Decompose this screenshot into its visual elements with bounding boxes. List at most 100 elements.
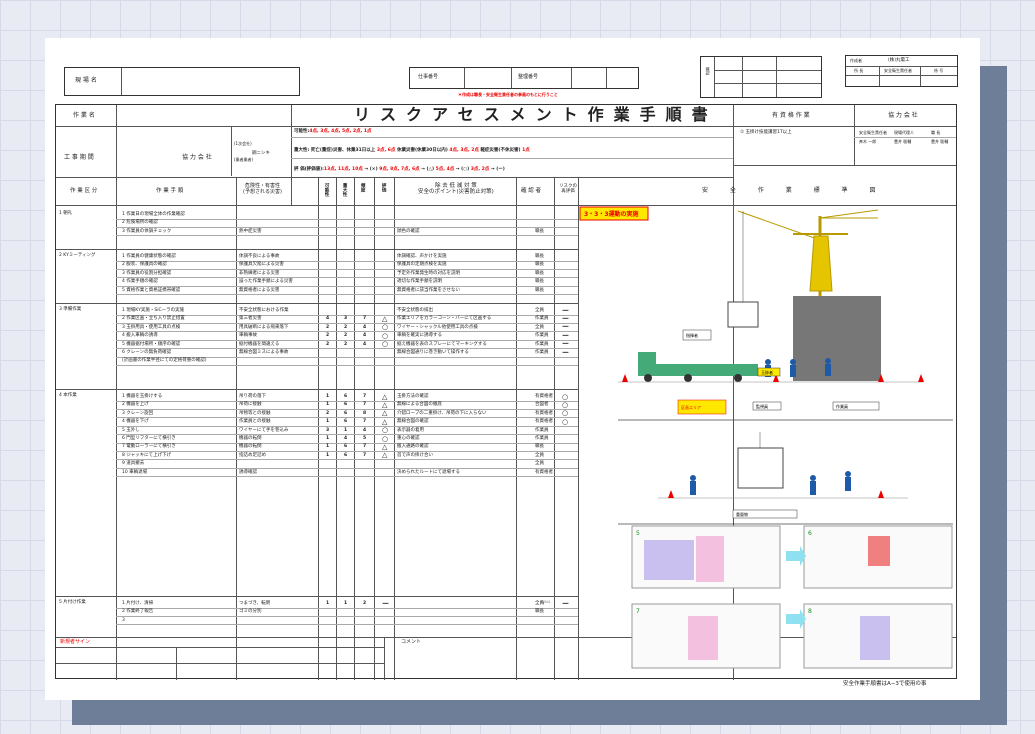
cell-e: △ [382,417,388,426]
cell-kiken: 熱中症災害 [239,228,262,234]
cell-jokyo: 車輌を確実に誘導する [397,333,442,339]
cell-jokyo: 据え機器を表のスプレーにてマーキングする [397,341,487,347]
cell-p: 1 [326,436,330,441]
cell-jokyo: 体調確認、声かけを実施 [397,254,447,259]
cell-jokyo: 保護具の定期点検を実施 [397,262,447,268]
cell-jokyo: 介錯ロープの二重掛け、吊荷の下に入らない [397,410,487,416]
section-kubun: 3 準備作業 [59,307,82,312]
cell-s: 2 [344,324,348,330]
cell-kak: 職長 [535,609,544,615]
cell-kak: 職長 [535,287,544,293]
header-kakuninsha: 確 認 者 [521,188,541,194]
cell-e: △ [382,451,388,460]
possibility-line: 可能性:4点, 3点, 4点, 5点, 2点, 1点 [294,129,372,134]
section-kubun: 2 KYミーティング [59,253,96,258]
cell-tejun: 10 車輌退場 [122,469,148,475]
cell-s: 2 [344,333,348,339]
cell-s: 1 [344,427,348,433]
cell-e: △ [382,392,388,401]
cell-tejun: 2 作業区画・立ち入り禁止措置 [122,316,185,322]
risk-reeval-mark: ○ [562,417,569,426]
safety-diagram: 3・3・3運動の実施 指揮者 玉掛者 区画エリア 監視員 作業員 重量物 5 6… [579,206,953,669]
risk-reeval-mark: ○ [562,392,569,401]
header-tejun: 作 業 手 順 [156,188,184,194]
cell-p: 1 [326,452,330,458]
header-hyoka: 評価 [381,183,387,192]
cell-p: 2 [326,333,330,339]
cell-tejun: (計画書の作業半径にての定格荷重の確認) [122,358,207,364]
cell-kiken: 機器の転倒 [239,436,262,441]
cell-p: 1 [326,601,330,606]
cell-tejun: 3 作業員の役割分担確認 [122,270,172,276]
kakunin-box: 確認 [700,56,822,98]
header-kanou: 可能性 [324,183,330,197]
page-title: リスクアセスメント作業手順書 [354,105,718,124]
risk-reeval-mark: ー [562,599,569,608]
cell-kak: 有資格者 [535,410,553,416]
diagram-badge: 3・3・3運動の実施 [584,210,639,218]
shikaku-item: ① 玉掛け技能講習1T以上 [740,130,792,135]
cell-e: ○ [382,340,389,349]
cell-p: 1 [326,402,330,408]
cell-f: 7 [363,452,367,458]
cell-kak: 合図者 [535,402,549,408]
cell-e: ○ [382,434,389,443]
cell-f: 7 [363,316,367,322]
risk-reeval-mark: ー [562,331,569,340]
cell-f: 5 [363,436,367,441]
cell-f: 7 [363,419,367,425]
step-5: 5 [636,530,640,537]
lifted-load [727,301,759,328]
number-box: 仕事番号 整理番号 [409,67,639,89]
cell-kiken: 据付機器を間違える [239,341,280,347]
cell-e: ー [382,599,389,608]
cell-tejun: 4 機器を下げ [122,419,149,425]
cell-tejun: 2 作業終了報告 [122,609,154,615]
cell-tejun: 4 作業手順の確認 [122,279,158,285]
cell-tejun: 7 電動ローラーにて横引き [122,444,176,450]
label-kukaku: 区画エリア [681,405,701,410]
cell-f: 4 [363,341,367,347]
header-zu: 安 全 作 業 標 準 図 [702,187,886,194]
cell-kiken: 吊物等との接触 [239,410,271,416]
cell-jokyo: 適切な作業手順を説明 [397,279,442,285]
kr-r1c2: 現場代理人 [894,130,914,135]
plan-views: 5 6 7 8 [631,525,953,669]
cell-tejun: 9 道具撤去 [122,461,145,467]
header-jokyo: 除 去 低 減 対 策安全のポイント(災害防止対策) [418,183,494,196]
header-kiken: 危険性・有害性 (予想される災害) [243,183,282,195]
cell-kiken: 機器の転倒 [239,444,262,450]
kr-r2c2: 豊井 聡輔 [894,139,912,144]
cell-kiken: 非熟練者による災害 [239,270,280,276]
cell-kak: 職長 [535,228,544,234]
label-sagyoin2: 重量物 [736,511,748,517]
kr-r2c1: 斉木 一郎 [859,139,877,144]
cell-p: 3 [326,427,330,433]
cell-kak: 職長 [535,444,544,450]
header-hindo: 頻度 [360,183,366,192]
cross-out-text: ryuu [541,599,551,604]
risk-reeval-mark: ー [562,323,569,332]
cell-s: 6 [344,402,348,408]
risk-reeval-mark: ー [562,314,569,323]
kyoryoku-detail2: (業者業者) [234,157,254,162]
genba-label: 現 場 名 [75,77,97,84]
cell-kak: 作業員 [535,427,549,433]
risk-reeval-mark: ー [562,306,569,315]
signature-label: 新規者サイン [60,639,91,645]
procedure-table: 1 朝礼 1 作業日の現場全体の作業確認 2 危険場所の確認 3 作業員の体調チェック… [56,205,578,637]
cell-kiken: 不安全状態における作業 [239,308,289,313]
cell-jokyo: 玉掛方法の確認 [397,394,429,399]
company-top-label: 作成者 [850,58,862,63]
cell-s: 1 [344,601,348,606]
cell-tejun: 3 クレーン旋回 [122,410,154,416]
cell-jokyo: 顔色の確認 [397,228,420,234]
risk-reeval-mark: ー [562,348,569,357]
cell-s: 6 [344,419,348,425]
cell-kak: 作業員 [535,316,549,322]
cell-kak: 作業員 [535,436,549,441]
note-red: ＊作成は職長・安全衛生責任者の参画のもとに行うこと [458,92,558,97]
cell-tejun: 5 資格作業と資格証携帯確認 [122,287,181,293]
cell-jokyo: 作業エリアをカラーコーン・バーにて区画する [397,316,492,322]
label-sagyoin: 作業員 [836,403,848,409]
